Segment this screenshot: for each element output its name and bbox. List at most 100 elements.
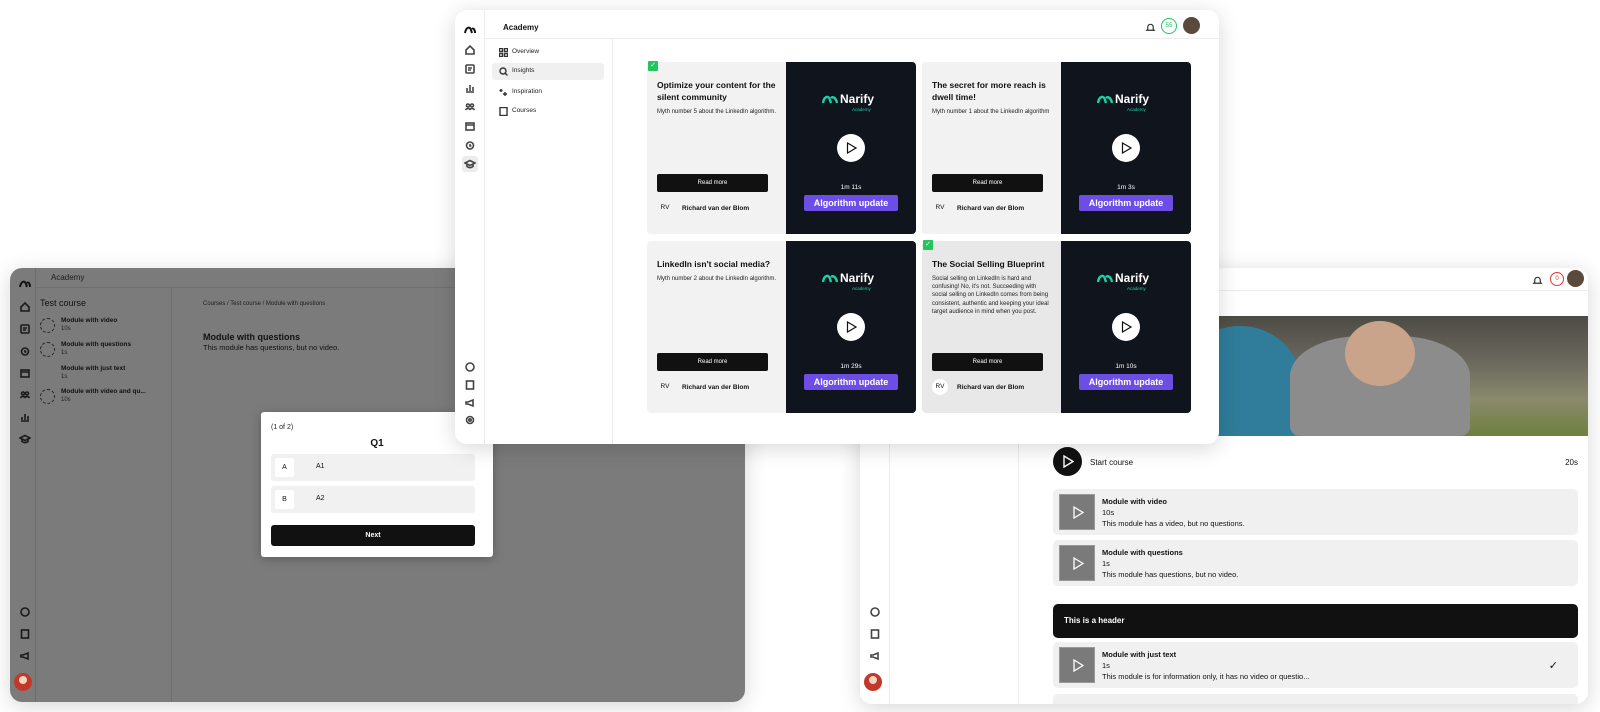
narify-logo: Narify Academy	[822, 271, 882, 291]
insight-card[interactable]: The secret for more reach is dwell time!…	[922, 62, 1191, 234]
megaphone-icon[interactable]	[462, 395, 478, 411]
play-button[interactable]	[1112, 313, 1140, 341]
brand-sub: Academy	[1127, 286, 1146, 291]
read-more-button[interactable]: Read more	[657, 174, 768, 192]
read-more-button[interactable]: Read more	[932, 353, 1043, 371]
author-name: Richard van der Blom	[957, 205, 1025, 212]
academy-icon[interactable]	[17, 431, 33, 447]
author-avatar: RV	[660, 383, 670, 390]
start-course-button[interactable]	[1053, 447, 1082, 476]
card-text-panel: The secret for more reach is dwell time!…	[922, 62, 1061, 234]
nav-courses[interactable]: Courses	[492, 103, 604, 120]
read-more-button[interactable]: Read more	[932, 174, 1043, 192]
people-icon[interactable]	[17, 387, 33, 403]
search-icon	[499, 67, 508, 76]
play-icon	[1121, 321, 1132, 333]
module-duration: 10s	[61, 326, 71, 332]
module-title: Module with questions	[1102, 548, 1183, 557]
play-button[interactable]	[837, 313, 865, 341]
video-thumbnail[interactable]: Narify Academy 1m 29s Algorithm update	[786, 241, 916, 413]
home-icon[interactable]	[17, 299, 33, 315]
calendar-icon[interactable]	[17, 365, 33, 381]
megaphone-icon[interactable]	[867, 648, 883, 664]
module-description: This module has a video, but no question…	[1102, 519, 1245, 528]
insight-card[interactable]: The Social Selling Blueprint Social sell…	[922, 241, 1191, 413]
alarm-icon[interactable]	[17, 343, 33, 359]
next-button[interactable]: Next	[271, 525, 475, 546]
module-row[interactable]: Module with just text 1s This module is …	[1053, 642, 1578, 688]
chat-icon[interactable]	[867, 604, 883, 620]
home-icon[interactable]	[462, 42, 478, 58]
nav-overview[interactable]: Overview	[492, 44, 604, 61]
calendar-icon[interactable]	[462, 118, 478, 134]
read-more-button[interactable]: Read more	[657, 353, 768, 371]
chart-icon[interactable]	[17, 409, 33, 425]
module-item[interactable]: Module with video and qu... 10s	[40, 388, 170, 408]
academy-icon[interactable]	[462, 156, 478, 172]
chat-icon[interactable]	[462, 359, 478, 375]
breadcrumb: Courses / Test course / Module with ques…	[203, 301, 326, 307]
logo-icon[interactable]	[462, 22, 478, 38]
module-row[interactable]: Module with video 10s This module has a …	[1053, 489, 1578, 535]
user-avatar[interactable]	[1183, 17, 1200, 34]
play-button[interactable]	[1112, 134, 1140, 162]
chart-icon[interactable]	[462, 80, 478, 96]
progress-circle-icon	[40, 389, 55, 404]
sparkle-icon	[499, 89, 507, 96]
video-duration: 1m 29s	[840, 363, 862, 370]
card-text-panel: The Social Selling Blueprint Social sell…	[922, 241, 1061, 413]
play-icon	[1073, 659, 1084, 672]
module-thumbnail	[1059, 545, 1095, 581]
nav-inspiration[interactable]: Inspiration	[492, 84, 604, 101]
nav-insights[interactable]: Insights	[492, 63, 604, 80]
chat-icon[interactable]	[17, 604, 33, 620]
module-item[interactable]: Module with questions 1s	[40, 341, 170, 361]
module-row[interactable]: Module with questions 1s This module has…	[1053, 540, 1578, 586]
logo-icon[interactable]	[17, 276, 33, 292]
post-icon[interactable]	[17, 321, 33, 337]
answer-option-b[interactable]: B A2	[271, 486, 475, 513]
center-sidebar-rail	[455, 10, 485, 444]
module-row[interactable]	[1053, 694, 1578, 704]
video-thumbnail[interactable]: Narify Academy 1m 10s Algorithm update	[1061, 241, 1191, 413]
question-counter: (1 of 2)	[271, 424, 294, 431]
brand-name: Narify	[1115, 92, 1150, 106]
completed-check-icon: ✓	[1548, 660, 1558, 672]
settings-icon[interactable]	[462, 412, 478, 428]
category-tag: Algorithm update	[1079, 195, 1173, 211]
answer-option-a[interactable]: A A1	[271, 454, 475, 481]
insight-card[interactable]: LinkedIn isn't social media? Myth number…	[647, 241, 916, 413]
video-thumbnail[interactable]: Narify Academy 1m 11s Algorithm update	[786, 62, 916, 234]
post-icon[interactable]	[462, 61, 478, 77]
module-item[interactable]: Module with video 10s	[40, 317, 170, 337]
option-label: A1	[316, 463, 325, 470]
insight-card[interactable]: Optimize your content for the silent com…	[647, 62, 916, 234]
video-duration: 1m 11s	[840, 184, 862, 191]
bell-icon[interactable]	[1145, 20, 1157, 32]
nav-label: Courses	[512, 107, 537, 114]
module-item[interactable]: Module with just text 1s	[40, 365, 170, 385]
megaphone-icon[interactable]	[17, 648, 33, 664]
app-title: Academy	[503, 23, 539, 32]
alarm-icon[interactable]	[462, 137, 478, 153]
card-description: Social selling on LinkedIn is hard and c…	[932, 276, 1049, 315]
video-duration: 1m 10s	[1115, 363, 1137, 370]
module-description: This module has questions, but no video.	[1102, 570, 1239, 579]
book-icon[interactable]	[17, 626, 33, 642]
play-icon	[1073, 557, 1084, 570]
author-name: Richard van der Blom	[682, 384, 750, 391]
bell-icon[interactable]	[1532, 273, 1544, 285]
people-icon[interactable]	[462, 99, 478, 115]
progress-circle-icon	[40, 318, 55, 333]
module-duration: 10s	[61, 397, 71, 403]
user-avatar[interactable]	[1567, 270, 1584, 287]
module-thumbnail	[1059, 647, 1095, 683]
video-thumbnail[interactable]: Narify Academy 1m 3s Algorithm update	[1061, 62, 1191, 234]
avatar[interactable]	[13, 672, 33, 692]
book-icon[interactable]	[867, 626, 883, 642]
avatar[interactable]	[863, 672, 883, 692]
course-sidebar: Test course Module with video 10s Module …	[36, 288, 172, 702]
book-icon[interactable]	[462, 377, 478, 393]
play-button[interactable]	[837, 134, 865, 162]
score-badge: 0	[1550, 272, 1564, 286]
